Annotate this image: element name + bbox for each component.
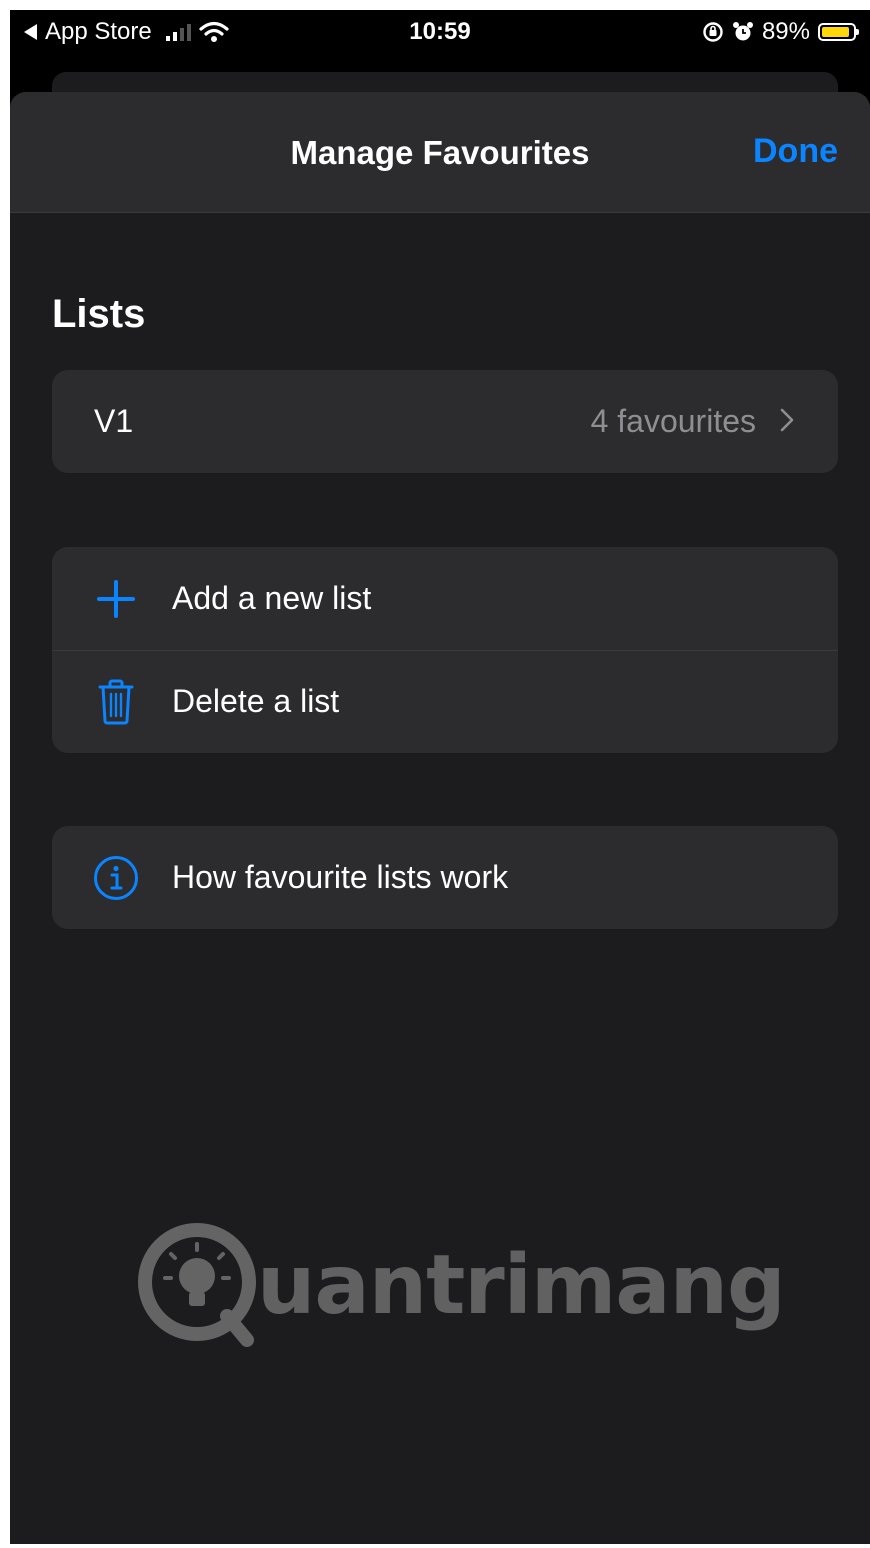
actions-group: Add a new list Delete a list	[52, 547, 838, 753]
lists-group: V1 4 favourites	[52, 370, 838, 473]
page-title: Manage Favourites	[290, 134, 590, 171]
delete-list-label: Delete a list	[172, 683, 340, 719]
plus-icon	[92, 575, 140, 623]
watermark: uantrimang	[135, 1220, 786, 1350]
info-icon	[92, 854, 140, 902]
phone-screen: App Store 10:59 89% Manage Favourites Do…	[10, 10, 870, 1544]
watermark-text: uantrimang	[257, 1237, 786, 1333]
alarm-icon	[732, 22, 753, 41]
favourites-count: 4 favourites	[590, 403, 756, 439]
chevron-right-icon	[780, 408, 794, 432]
add-new-list-label: Add a new list	[172, 580, 372, 616]
add-new-list-button[interactable]: Add a new list	[52, 547, 838, 650]
lightbulb-logo-icon	[138, 1223, 256, 1347]
navigation-bar: Manage Favourites Done	[10, 92, 870, 213]
battery-icon	[818, 23, 859, 41]
trash-icon	[92, 678, 140, 726]
info-group: How favourite lists work	[52, 826, 838, 929]
list-item-v1[interactable]: V1 4 favourites	[52, 370, 838, 473]
how-favourite-lists-work-label: How favourite lists work	[172, 859, 509, 895]
how-favourite-lists-work-button[interactable]: How favourite lists work	[52, 826, 838, 929]
lists-section-header: Lists	[52, 292, 146, 336]
delete-list-button[interactable]: Delete a list	[52, 650, 838, 753]
list-name: V1	[94, 403, 134, 439]
done-button[interactable]: Done	[753, 132, 838, 171]
status-bar: App Store 10:59 89%	[10, 10, 870, 60]
orientation-lock-icon	[703, 22, 723, 42]
battery-percentage: 89%	[761, 18, 810, 45]
